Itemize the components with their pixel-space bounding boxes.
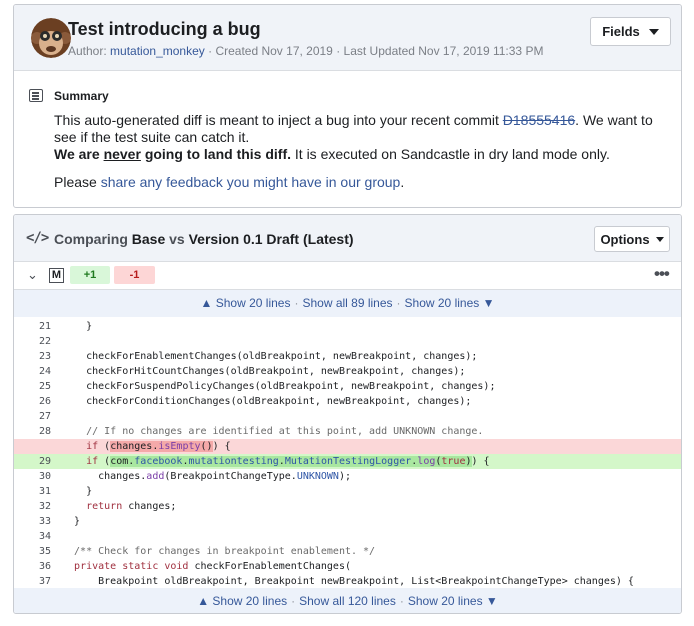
summary-body: This auto-generated diff is meant to inj… [54,112,674,191]
code-line[interactable]: 32 return changes; [14,499,681,514]
revision-card: Test introducing a bug Author: mutation_… [13,4,682,208]
code-line[interactable]: 28 // If no changes are identified at th… [14,424,681,439]
updated-date: · Last Updated Nov 17, 2019 11:33 PM [336,44,544,58]
warning-detail: It is executed on Sandcastle in dry land… [294,146,610,162]
additions-count: +1 [70,266,110,284]
document-icon [29,89,43,102]
warning-never: never [103,146,141,162]
code-view: 21 } 22 23 checkForEnablementChanges(old… [14,317,681,589]
removed-code-line[interactable]: if (changes.isEmpty()) { [14,439,681,454]
summary-label: Summary [54,89,109,103]
show-20-up-link[interactable]: ▲ Show 20 lines [201,296,291,310]
author-avatar[interactable] [31,18,71,58]
version-label: Version 0.1 Draft (Latest) [188,231,354,247]
summary-section: Summary This auto-generated diff is mean… [14,71,681,207]
code-line[interactable]: 23 checkForEnablementChanges(oldBreakpoi… [14,349,681,364]
vs-text: vs [169,231,185,247]
warning-text: going to land this diff. [144,146,292,162]
diff-card: </> Comparing Base vs Version 0.1 Draft … [13,214,682,614]
code-line[interactable]: 33 } [14,514,681,529]
code-line[interactable]: 26 checkForConditionChanges(oldBreakpoin… [14,394,681,409]
code-line[interactable]: 25 checkForSuspendPolicyChanges(oldBreak… [14,379,681,394]
code-line[interactable]: 27 [14,409,681,424]
code-line[interactable]: 30 changes.add(BreakpointChangeType.UNKN… [14,469,681,484]
show-all-link[interactable]: Show all 120 lines [299,594,396,608]
added-code-line[interactable]: 29 if (com.facebook.mutationtesting.Muta… [14,454,681,469]
expand-bar-top: ▲ Show 20 lines · Show all 89 lines · Show 2… [14,290,681,317]
diff-title: Comparing Base vs Version 0.1 Draft (Lat… [54,231,354,247]
author-link[interactable]: mutation_monkey [110,44,205,58]
chevron-down-icon[interactable]: ⌄ [27,267,38,283]
commit-link[interactable]: D18555416 [503,112,575,128]
author-prefix: Author: [68,44,107,58]
code-icon: </> [26,230,49,246]
warning-paragraph: We are never going to land this diff. It… [54,146,674,163]
feedback-text: . [400,174,405,190]
code-line[interactable]: 34 [14,529,681,544]
options-label: Options [600,231,650,247]
modified-badge: M [49,268,64,283]
diff-header: </> Comparing Base vs Version 0.1 Draft … [14,215,681,262]
code-line[interactable]: 35 /** Check for changes in breakpoint e… [14,544,681,559]
code-line[interactable]: 36 private static void checkForEnablemen… [14,559,681,574]
expand-bar-bottom: ▲ Show 20 lines · Show all 120 lines · Show … [14,588,681,613]
feedback-paragraph: Please share any feedback you might have… [54,174,674,191]
ellipsis-icon[interactable]: ••• [654,264,670,284]
caret-down-icon [655,236,664,242]
base-label: Base [131,231,166,247]
code-line[interactable]: 21 } [14,319,681,334]
warning-text: We are [54,146,100,162]
show-20-down-link[interactable]: Show 20 lines ▼ [408,594,498,608]
code-line[interactable]: 24 checkForHitCountChanges(oldBreakpoint… [14,364,681,379]
comparing-text: Comparing [54,231,128,247]
feedback-link[interactable]: share any feedback you might have in our… [101,174,401,190]
show-20-down-link[interactable]: Show 20 lines ▼ [405,296,495,310]
created-date: · Created Nov 17, 2019 [208,44,333,58]
show-20-up-link[interactable]: ▲ Show 20 lines [197,594,287,608]
code-line[interactable]: 22 [14,334,681,349]
options-button[interactable]: Options [594,226,670,252]
show-all-link[interactable]: Show all 89 lines [302,296,392,310]
code-line[interactable]: 31 } [14,484,681,499]
fields-button[interactable]: Fields [590,17,671,46]
caret-down-icon [648,28,659,35]
code-line[interactable]: 37 Breakpoint oldBreakpoint, Breakpoint … [14,574,681,589]
feedback-text: Please [54,174,97,190]
revision-meta: Author: mutation_monkey · Created Nov 17… [68,44,543,58]
summary-text: This auto-generated diff is meant to inj… [54,112,499,128]
revision-title: Test introducing a bug [68,19,261,39]
fields-label: Fields [602,24,640,39]
file-bar: ⌄ M +1 -1 ••• [14,262,681,290]
summary-paragraph: This auto-generated diff is meant to inj… [54,112,674,146]
deletions-count: -1 [114,266,155,284]
revision-header: Test introducing a bug Author: mutation_… [14,5,681,71]
